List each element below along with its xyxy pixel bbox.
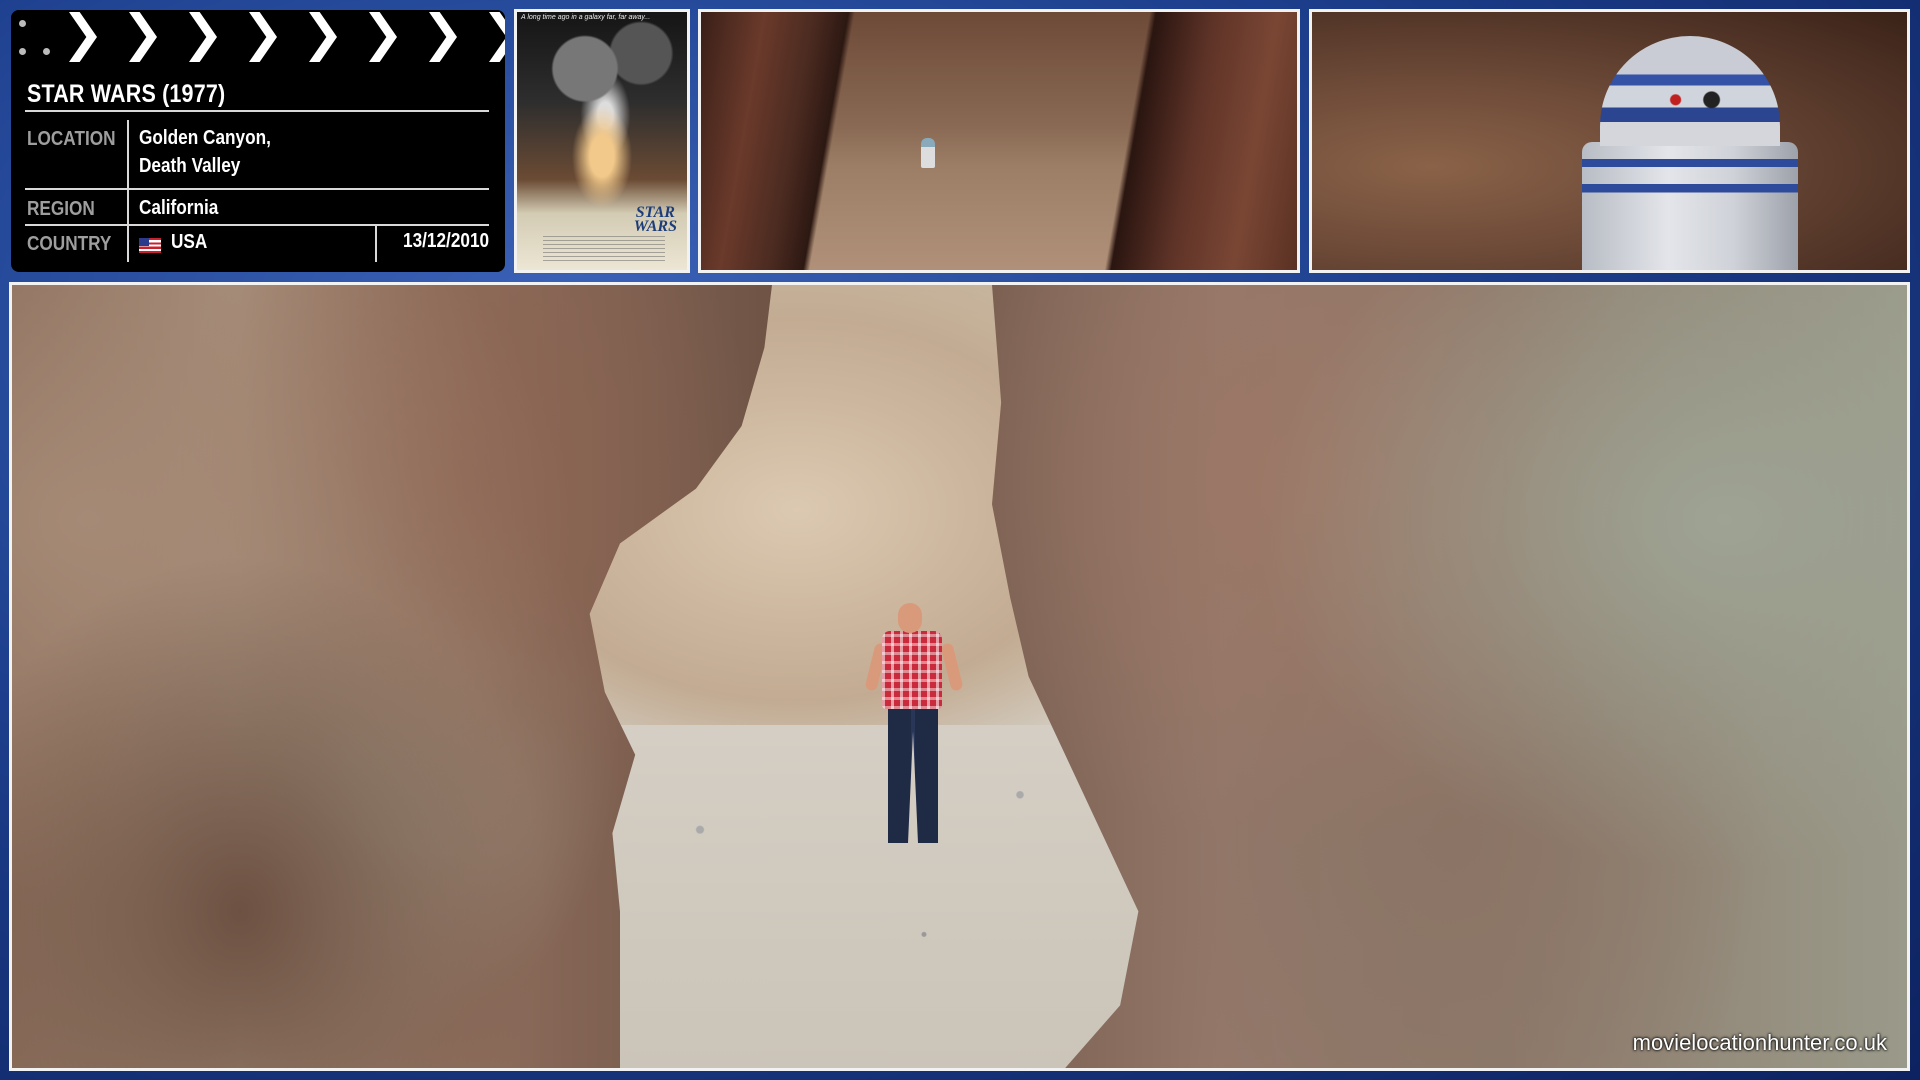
clapper-hinge-icon xyxy=(13,12,61,62)
r2d2-small-figure xyxy=(921,138,935,168)
date-divider xyxy=(375,226,377,262)
visit-date: 13/12/2010 xyxy=(402,230,489,252)
divider xyxy=(25,224,489,226)
poster-logo: STAR WARS xyxy=(633,204,677,235)
divider xyxy=(25,110,489,112)
r2d2-body xyxy=(1582,142,1798,270)
r2d2-dome xyxy=(1600,36,1780,146)
location-label: LOCATION xyxy=(27,128,116,150)
movie-poster-image: A long time ago in a galaxy far, far awa… xyxy=(514,9,690,273)
region-value: California xyxy=(139,197,219,219)
clapper-stripes xyxy=(11,10,505,64)
us-flag-icon xyxy=(139,238,161,253)
poster-credits xyxy=(543,236,665,262)
poster-tagline: A long time ago in a galaxy far, far awa… xyxy=(521,14,651,21)
clapperboard-info-card: STAR WARS (1977) LOCATION Golden Canyon,… xyxy=(11,10,505,272)
site-watermark: movielocationhunter.co.uk xyxy=(1632,1030,1887,1055)
country-label: COUNTRY xyxy=(27,233,112,255)
location-value-line2: Death Valley xyxy=(139,155,241,177)
film-still-canyon-image xyxy=(698,9,1300,273)
column-divider xyxy=(127,120,129,262)
location-photo-main: movielocationhunter.co.uk xyxy=(9,282,1910,1071)
country-value: USA xyxy=(171,231,208,253)
divider xyxy=(25,188,489,190)
film-still-r2d2-image xyxy=(1309,9,1910,273)
region-label: REGION xyxy=(27,198,95,220)
movie-title: STAR WARS (1977) xyxy=(27,80,226,108)
location-value-line1: Golden Canyon, xyxy=(139,127,271,149)
person-standing xyxy=(860,603,970,863)
